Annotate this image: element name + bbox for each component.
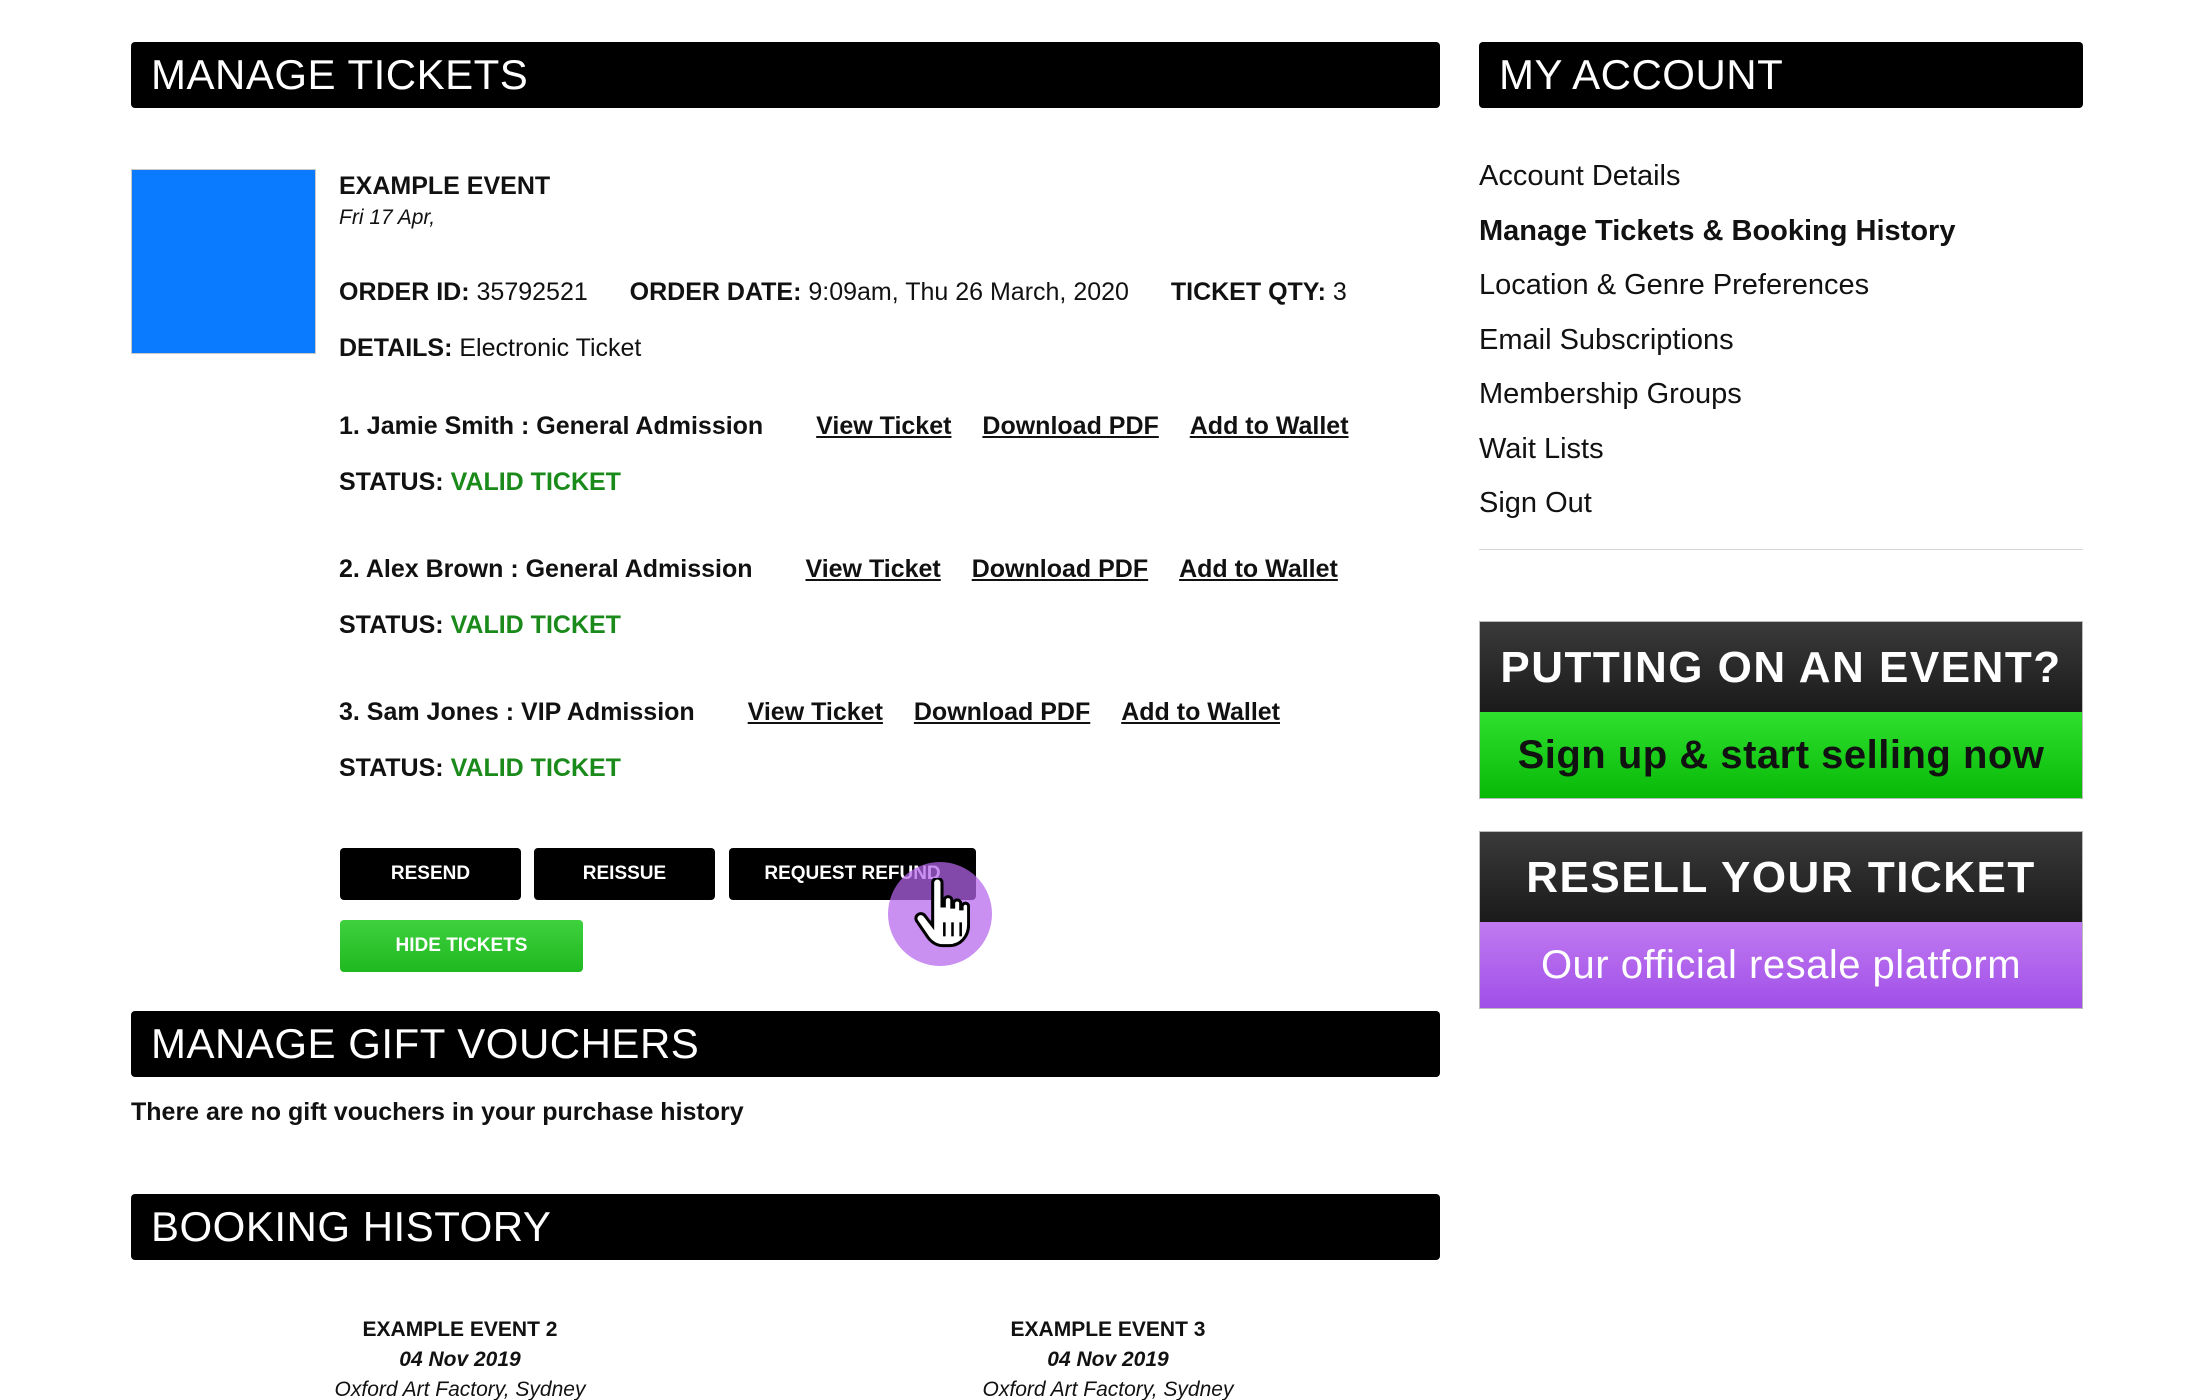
account-nav-preferences[interactable]: Location & Genre Preferences [1479,267,1955,322]
sell-tickets-banner[interactable]: PUTTING ON AN EVENT? Sign up & start sel… [1479,621,2083,799]
gift-vouchers-heading: MANAGE GIFT VOUCHERS [131,1011,1440,1077]
ticket-holder: 3. Sam Jones : VIP Admission [339,698,695,726]
ticket-row: 1. Jamie Smith : General Admission View … [339,412,1373,441]
resend-button[interactable]: RESEND [340,848,521,900]
add-to-wallet-link[interactable]: Add to Wallet [1190,412,1349,441]
ticket-status: STATUS: VALID TICKET [339,468,621,497]
account-nav-email-subscriptions[interactable]: Email Subscriptions [1479,322,1955,377]
reissue-button[interactable]: REISSUE [534,848,715,900]
account-nav: Account Details Manage Tickets & Booking… [1479,158,1955,540]
booking-title: EXAMPLE EVENT 3 [1010,1318,1206,1341]
ticket-qty-label: TICKET QTY: [1170,278,1326,306]
ticket-holder: 2. Alex Brown : General Admission [339,555,753,583]
my-account-heading: MY ACCOUNT [1479,42,2083,108]
view-ticket-link[interactable]: View Ticket [816,412,951,441]
add-to-wallet-link[interactable]: Add to Wallet [1179,555,1338,584]
booking-venue: Oxford Art Factory, Sydney [982,1378,1234,1400]
sell-banner-cta: Sign up & start selling now [1480,712,2082,798]
account-nav-wait-lists[interactable]: Wait Lists [1479,431,1955,486]
order-id-label: ORDER ID: [339,278,470,306]
account-nav-sign-out[interactable]: Sign Out [1479,485,1955,540]
view-ticket-link[interactable]: View Ticket [805,555,940,584]
sell-banner-headline: PUTTING ON AN EVENT? [1480,622,2082,712]
booking-history-item[interactable]: EXAMPLE EVENT 2 04 Nov 2019 Oxford Art F… [280,1318,640,1400]
ticket-holder: 1. Jamie Smith : General Admission [339,412,764,440]
booking-title: EXAMPLE EVENT 2 [362,1318,558,1341]
account-nav-membership-groups[interactable]: Membership Groups [1479,376,1955,431]
ticket-status: STATUS: VALID TICKET [339,754,621,783]
order-summary: ORDER ID: 35792521 ORDER DATE: 9:09am, T… [339,278,1347,307]
status-label: STATUS: [339,754,444,782]
download-pdf-link[interactable]: Download PDF [972,555,1148,584]
event-thumbnail [131,169,316,354]
event-thumbnail-image [132,170,315,353]
account-divider [1479,549,2083,550]
account-nav-manage-tickets[interactable]: Manage Tickets & Booking History [1479,213,1955,268]
download-pdf-link[interactable]: Download PDF [914,698,1090,727]
ticket-status: STATUS: VALID TICKET [339,611,621,640]
manage-tickets-heading: MANAGE TICKETS [131,42,1440,108]
resell-ticket-banner[interactable]: RESELL YOUR TICKET Our official resale p… [1479,831,2083,1009]
details-label: DETAILS: [339,334,453,362]
ticket-qty-value: 3 [1332,278,1347,306]
account-nav-account-details[interactable]: Account Details [1479,158,1955,213]
event-title: EXAMPLE EVENT [339,172,551,200]
booking-date: 04 Nov 2019 [399,1348,521,1371]
status-label: STATUS: [339,468,444,496]
ticket-row: 2. Alex Brown : General Admission View T… [339,555,1362,584]
download-pdf-link[interactable]: Download PDF [982,412,1158,441]
hand-pointer-icon [914,878,970,948]
hide-tickets-button[interactable]: HIDE TICKETS [340,920,583,972]
booking-date: 04 Nov 2019 [1047,1348,1169,1371]
order-date-value: 9:09am, Thu 26 March, 2020 [808,278,1129,306]
gift-vouchers-empty: There are no gift vouchers in your purch… [131,1098,744,1126]
resell-banner-headline: RESELL YOUR TICKET [1480,832,2082,922]
resell-banner-cta: Our official resale platform [1480,922,2082,1008]
status-value: VALID TICKET [450,468,621,496]
event-date: Fri 17 Apr, [339,206,436,229]
status-value: VALID TICKET [450,754,621,782]
order-date-label: ORDER DATE: [629,278,802,306]
ticket-row: 3. Sam Jones : VIP Admission View Ticket… [339,698,1304,727]
order-id-value: 35792521 [476,278,588,306]
booking-history-item[interactable]: EXAMPLE EVENT 3 04 Nov 2019 Oxford Art F… [928,1318,1288,1400]
order-details: DETAILS: Electronic Ticket [339,334,641,363]
booking-venue: Oxford Art Factory, Sydney [334,1378,586,1400]
view-ticket-link[interactable]: View Ticket [748,698,883,727]
booking-history-heading: BOOKING HISTORY [131,1194,1440,1260]
status-label: STATUS: [339,611,444,639]
status-value: VALID TICKET [450,611,621,639]
details-value: Electronic Ticket [459,334,642,362]
add-to-wallet-link[interactable]: Add to Wallet [1121,698,1280,727]
